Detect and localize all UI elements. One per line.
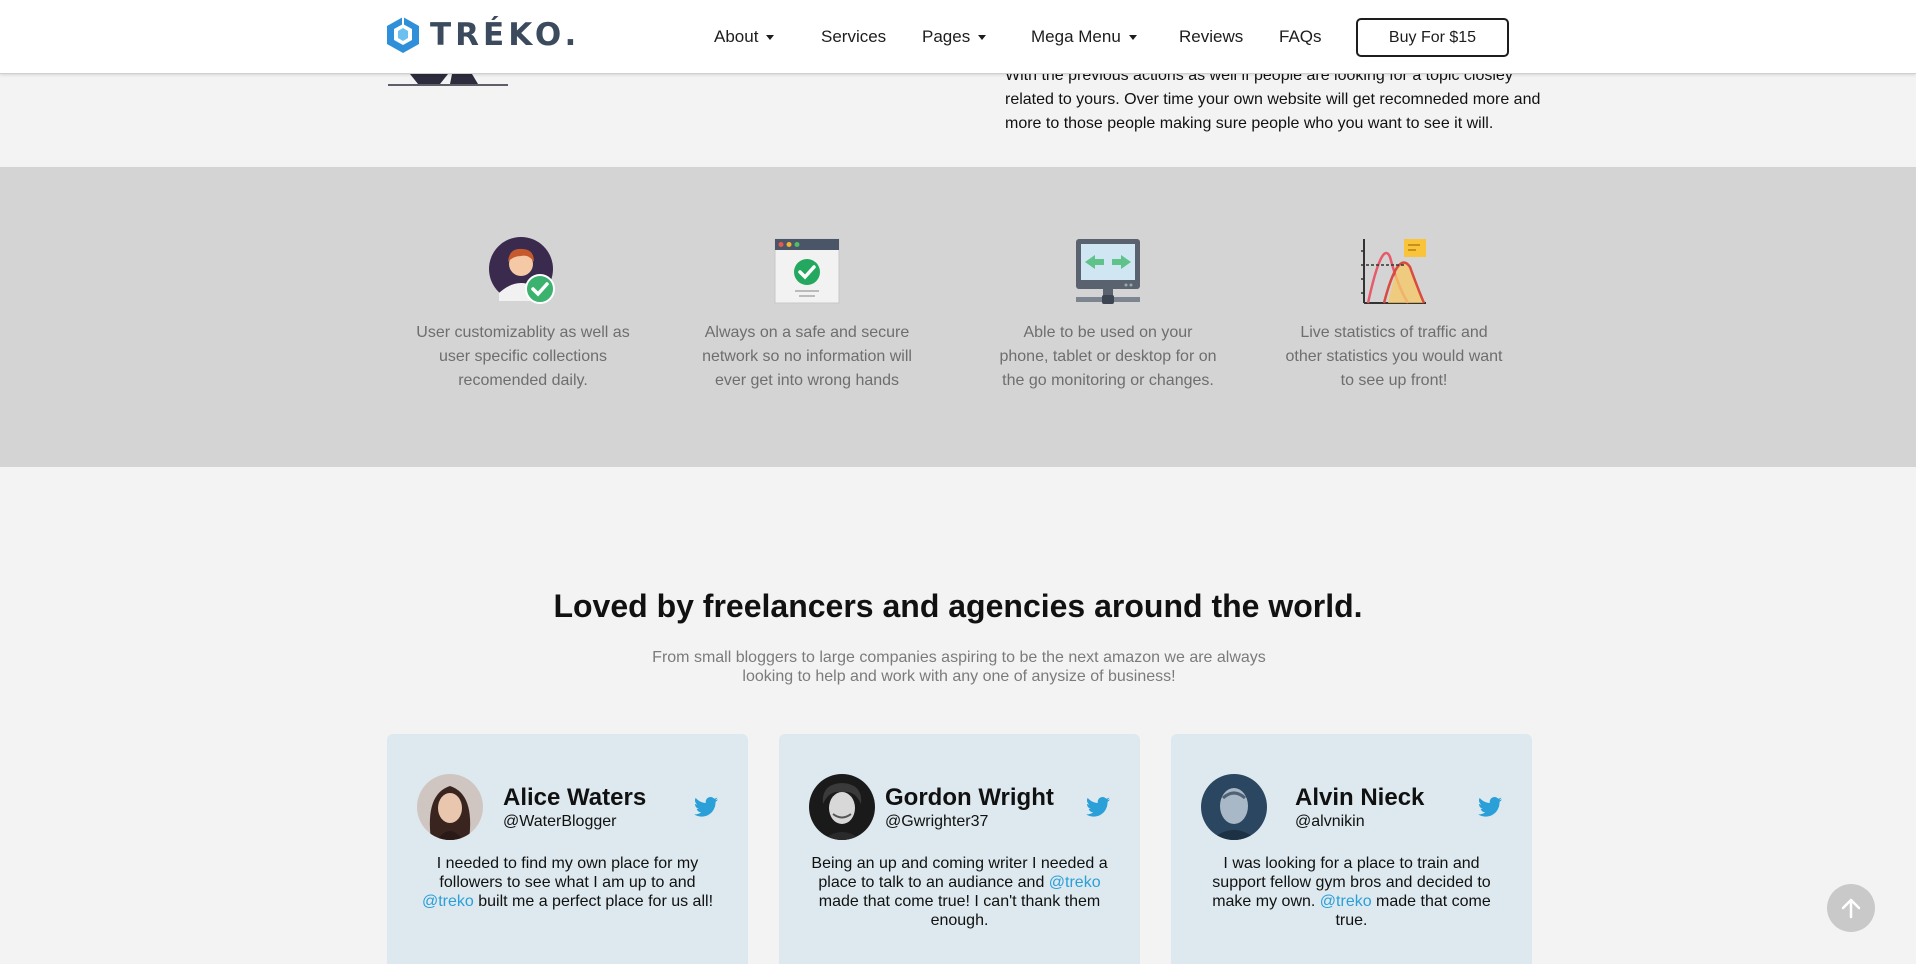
testimonial-quote: I needed to find my own place for my fol… bbox=[415, 854, 720, 911]
feature-text: Able to be used on your phone, tablet or… bbox=[999, 324, 1217, 389]
twitter-icon[interactable] bbox=[694, 796, 718, 818]
testimonial-quote: Being an up and coming writer I needed a… bbox=[807, 854, 1112, 930]
buy-button[interactable]: Buy For $15 bbox=[1356, 18, 1509, 57]
chevron-down-icon bbox=[1128, 34, 1137, 40]
nav-mega-menu-label: Mega Menu bbox=[1031, 27, 1121, 46]
feature-item: Live statistics of traffic and other sta… bbox=[1284, 237, 1504, 393]
nav-faqs[interactable]: FAQs bbox=[1279, 27, 1322, 47]
monitor-sync-icon bbox=[1076, 239, 1140, 304]
nav-about[interactable]: About bbox=[714, 27, 775, 47]
nav-faqs-label: FAQs bbox=[1279, 27, 1322, 46]
arrow-up-icon bbox=[1841, 898, 1861, 919]
feature-item: Always on a safe and secure network so n… bbox=[697, 237, 917, 393]
testimonial-name: Gordon Wright bbox=[885, 784, 1054, 811]
nav-pages-label: Pages bbox=[922, 27, 971, 46]
testimonials-title: Loved by freelancers and agencies around… bbox=[553, 588, 1363, 624]
intro-paragraph: With the previous actions as well if peo… bbox=[1005, 67, 1541, 132]
secure-browser-icon bbox=[774, 238, 840, 304]
statistics-chart-icon bbox=[1361, 239, 1426, 304]
testimonials-subtitle: From small bloggers to large companies a… bbox=[652, 649, 1266, 685]
feature-text: Live statistics of traffic and other sta… bbox=[1285, 324, 1503, 389]
avatar bbox=[1201, 774, 1267, 840]
mention-link[interactable]: @treko bbox=[1049, 874, 1101, 891]
nav-pages[interactable]: Pages bbox=[922, 27, 987, 47]
features-band: User customizablity as well as user spec… bbox=[0, 167, 1916, 467]
feature-text: User customizablity as well as user spec… bbox=[416, 324, 630, 389]
feature-text: Always on a safe and secure network so n… bbox=[702, 324, 912, 389]
scroll-to-top-button[interactable] bbox=[1827, 884, 1875, 932]
testimonial-handle: @WaterBlogger bbox=[503, 813, 617, 830]
testimonial-handle: @Gwrighter37 bbox=[885, 813, 989, 830]
avatar bbox=[809, 774, 875, 840]
testimonial-card: Gordon Wright @Gwrighter37 Being an up a… bbox=[779, 734, 1140, 964]
chevron-down-icon bbox=[766, 34, 775, 40]
quote-text: made that come true! I can't thank them … bbox=[818, 893, 1101, 929]
feature-item: Able to be used on your phone, tablet or… bbox=[998, 237, 1218, 393]
illustration-fragment bbox=[388, 74, 508, 86]
twitter-icon[interactable] bbox=[1478, 796, 1502, 818]
mention-link[interactable]: @treko bbox=[422, 893, 474, 910]
mention-link[interactable]: @treko bbox=[1320, 893, 1372, 910]
testimonial-card: Alice Waters @WaterBlogger I needed to f… bbox=[387, 734, 748, 964]
cube-logo-icon bbox=[387, 17, 419, 53]
quote-text: I needed to find my own place for my fol… bbox=[436, 855, 699, 891]
nav-services-label: Services bbox=[821, 27, 887, 46]
user-check-icon bbox=[489, 237, 555, 304]
logo-text: TRÉKO. bbox=[430, 17, 581, 53]
avatar bbox=[417, 774, 483, 840]
testimonial-quote: I was looking for a place to train and s… bbox=[1199, 854, 1504, 930]
site-header: TRÉKO. About Services Pages Mega Menu Re… bbox=[0, 0, 1916, 74]
testimonial-name: Alice Waters bbox=[503, 784, 647, 811]
testimonial-card: Alvin Nieck @alvnikin I was looking for … bbox=[1171, 734, 1532, 964]
nav-reviews-label: Reviews bbox=[1179, 27, 1244, 46]
nav-mega-menu[interactable]: Mega Menu bbox=[1031, 27, 1137, 47]
logo[interactable]: TRÉKO. bbox=[386, 16, 580, 54]
nav-services[interactable]: Services bbox=[821, 27, 886, 47]
quote-text: built me a perfect place for us all! bbox=[473, 893, 714, 910]
nav-about-label: About bbox=[714, 27, 759, 46]
twitter-icon[interactable] bbox=[1086, 796, 1110, 818]
nav-reviews[interactable]: Reviews bbox=[1179, 27, 1243, 47]
chevron-down-icon bbox=[978, 34, 987, 40]
feature-item: User customizablity as well as user spec… bbox=[413, 237, 633, 393]
testimonial-handle: @alvnikin bbox=[1295, 813, 1365, 830]
intro-section: With the previous actions as well if peo… bbox=[0, 67, 1916, 167]
testimonial-name: Alvin Nieck bbox=[1295, 784, 1425, 811]
